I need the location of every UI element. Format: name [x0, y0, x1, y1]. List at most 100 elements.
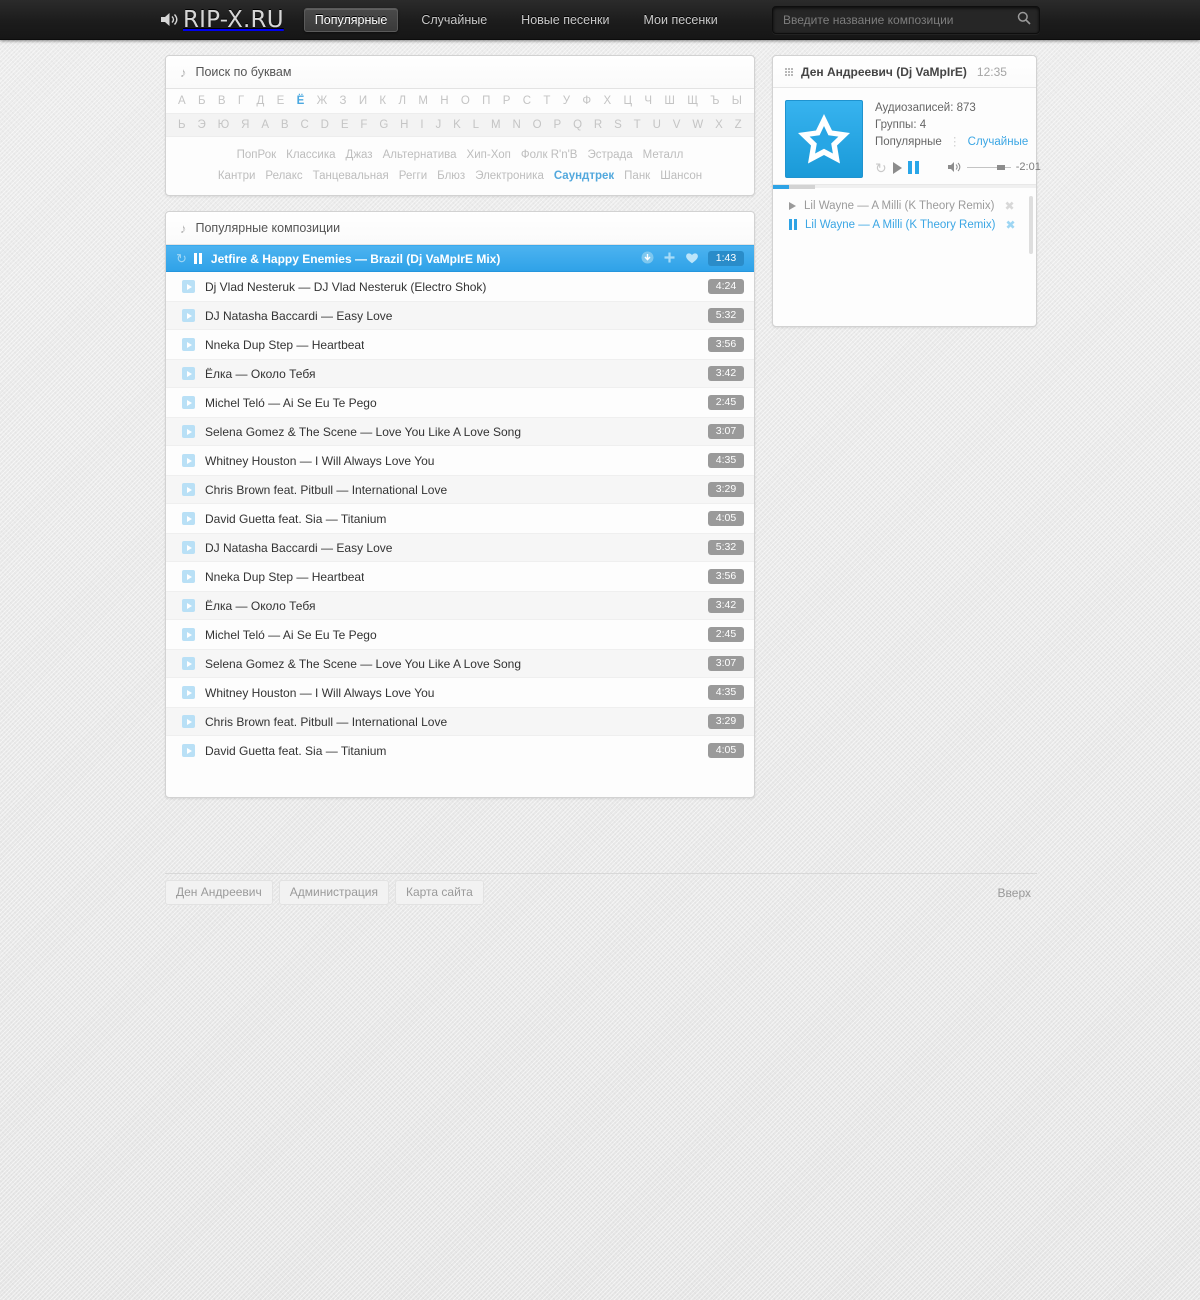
play-icon[interactable] — [182, 657, 195, 670]
genre-link-1[interactable]: Релакс — [265, 170, 302, 182]
letter-latin-7[interactable]: D — [319, 119, 331, 131]
letter-cyrillic-27[interactable]: Ы — [730, 95, 744, 107]
footer-link-up[interactable]: Вверх — [992, 882, 1037, 904]
download-icon[interactable] — [641, 251, 654, 266]
play-icon[interactable] — [182, 483, 195, 496]
letter-cyrillic-19[interactable]: У — [561, 95, 572, 107]
letter-cyrillic-6[interactable]: Ё — [295, 95, 307, 107]
nav-item-random[interactable]: Случайные — [410, 8, 498, 32]
play-icon[interactable] — [182, 541, 195, 554]
letter-cyrillic-21[interactable]: Х — [601, 95, 613, 107]
letter-latin-8[interactable]: E — [339, 119, 351, 131]
grid-icon[interactable] — [785, 67, 793, 76]
genre-link-5[interactable]: Фолк R'n'B — [521, 149, 578, 161]
letter-latin-17[interactable]: N — [510, 119, 522, 131]
genre-link-2[interactable]: Танцевальная — [313, 170, 389, 182]
play-icon[interactable] — [182, 454, 195, 467]
playlist-item[interactable]: Lil Wayne — A Milli (K Theory Remix) ✖ — [773, 215, 1036, 234]
letter-latin-13[interactable]: J — [433, 119, 443, 131]
letter-latin-15[interactable]: L — [471, 119, 481, 131]
letter-cyrillic-20[interactable]: Ф — [580, 95, 593, 107]
genre-link-0[interactable]: ПопРок — [237, 149, 276, 161]
letter-cyrillic-26[interactable]: Ъ — [708, 95, 721, 107]
footer-link-user[interactable]: Ден Андреевич — [165, 880, 273, 905]
refresh-icon[interactable]: ↻ — [176, 252, 187, 265]
footer-link-administration[interactable]: Администрация — [278, 880, 389, 905]
track-row[interactable]: David Guetta feat. Sia — Titanium 4:05 — [166, 736, 754, 765]
letter-latin-20[interactable]: Q — [571, 119, 584, 131]
letter-cyrillic-23[interactable]: Ч — [642, 95, 654, 107]
filter-random[interactable]: Случайные — [968, 136, 1029, 148]
letter-latin-18[interactable]: O — [531, 119, 544, 131]
nav-item-new-songs[interactable]: Новые песенки — [510, 8, 620, 32]
letter-latin-12[interactable]: I — [418, 119, 425, 131]
letter-latin-23[interactable]: T — [632, 119, 643, 131]
genre-link-3[interactable]: Альтернатива — [383, 149, 457, 161]
play-icon[interactable] — [182, 599, 195, 612]
track-row-current[interactable]: ↻ Jetfire & Happy Enemies — Brazil (Dj V… — [166, 245, 754, 272]
footer-link-sitemap[interactable]: Карта сайта — [394, 880, 484, 905]
play-icon[interactable] — [182, 715, 195, 728]
play-icon[interactable] — [182, 570, 195, 583]
genre-link-7[interactable]: Панк — [624, 170, 650, 182]
close-icon[interactable]: ✖ — [1005, 218, 1015, 232]
letter-cyrillic-3[interactable]: Г — [236, 95, 246, 107]
letter-latin-21[interactable]: R — [592, 119, 604, 131]
track-row[interactable]: Dj Vlad Nesteruk — DJ Vlad Nesteruk (Ele… — [166, 272, 754, 301]
volume-control[interactable]: -2:01 — [947, 159, 1041, 176]
letter-cyrillic-22[interactable]: Ц — [621, 95, 634, 107]
letter-latin-0[interactable]: Ь — [176, 119, 188, 131]
letter-latin-19[interactable]: P — [552, 119, 564, 131]
track-row[interactable]: Nneka Dup Step — Heartbeat 3:56 — [166, 330, 754, 359]
track-row[interactable]: DJ Natasha Baccardi — Easy Love 5:32 — [166, 533, 754, 562]
track-row[interactable]: Ёлка — Около Тебя 3:42 — [166, 359, 754, 388]
genre-link-7[interactable]: Металл — [643, 149, 684, 161]
pause-icon[interactable] — [907, 161, 919, 174]
pause-icon[interactable] — [789, 219, 797, 230]
genre-link-2[interactable]: Джаз — [346, 149, 373, 161]
letter-cyrillic-10[interactable]: К — [377, 95, 388, 107]
letter-cyrillic-15[interactable]: П — [480, 95, 492, 107]
site-logo[interactable]: RIP-X.RU — [160, 7, 284, 33]
letter-cyrillic-14[interactable]: О — [459, 95, 472, 107]
track-row[interactable]: Chris Brown feat. Pitbull — Internationa… — [166, 707, 754, 736]
play-icon[interactable] — [789, 201, 796, 210]
letter-cyrillic-5[interactable]: Е — [275, 95, 287, 107]
close-icon[interactable]: ✖ — [1004, 199, 1014, 213]
letter-latin-16[interactable]: M — [489, 119, 503, 131]
play-icon[interactable] — [182, 367, 195, 380]
letter-cyrillic-1[interactable]: Б — [196, 95, 208, 107]
track-row[interactable]: Whitney Houston — I Will Always Love You… — [166, 446, 754, 475]
play-icon[interactable] — [182, 512, 195, 525]
track-row[interactable]: Ёлка — Около Тебя 3:42 — [166, 591, 754, 620]
letter-cyrillic-7[interactable]: Ж — [315, 95, 330, 107]
playlist-item[interactable]: Lil Wayne — A Milli (K Theory Remix) ✖ — [773, 196, 1036, 215]
letter-cyrillic-9[interactable]: И — [357, 95, 369, 107]
track-row[interactable]: Michel Teló — Ai Se Eu Te Pego 2:45 — [166, 620, 754, 649]
track-row[interactable]: Selena Gomez & The Scene — Love You Like… — [166, 417, 754, 446]
letter-cyrillic-18[interactable]: Т — [541, 95, 552, 107]
letter-latin-26[interactable]: W — [690, 119, 705, 131]
play-icon[interactable] — [182, 280, 195, 293]
letter-latin-22[interactable]: S — [612, 119, 624, 131]
letter-cyrillic-11[interactable]: Л — [396, 95, 408, 107]
genre-link-4[interactable]: Блюз — [437, 170, 465, 182]
letter-cyrillic-2[interactable]: В — [216, 95, 228, 107]
letter-latin-4[interactable]: A — [259, 119, 271, 131]
play-icon[interactable] — [182, 425, 195, 438]
letter-cyrillic-16[interactable]: Р — [501, 95, 513, 107]
search-box[interactable] — [772, 5, 1040, 34]
letter-cyrillic-4[interactable]: Д — [254, 95, 266, 107]
filter-popular[interactable]: Популярные — [875, 136, 942, 148]
letter-cyrillic-0[interactable]: А — [176, 95, 188, 107]
letter-latin-6[interactable]: C — [298, 119, 310, 131]
track-row[interactable]: Michel Teló — Ai Se Eu Te Pego 2:45 — [166, 388, 754, 417]
track-row[interactable]: David Guetta feat. Sia — Titanium 4:05 — [166, 504, 754, 533]
play-icon[interactable] — [182, 396, 195, 409]
volume-slider[interactable] — [966, 165, 1011, 170]
letter-cyrillic-24[interactable]: Ш — [662, 95, 677, 107]
letter-cyrillic-8[interactable]: З — [338, 95, 349, 107]
track-row[interactable]: Whitney Houston — I Will Always Love You… — [166, 678, 754, 707]
play-icon[interactable] — [182, 309, 195, 322]
track-row[interactable]: Chris Brown feat. Pitbull — Internationa… — [166, 475, 754, 504]
